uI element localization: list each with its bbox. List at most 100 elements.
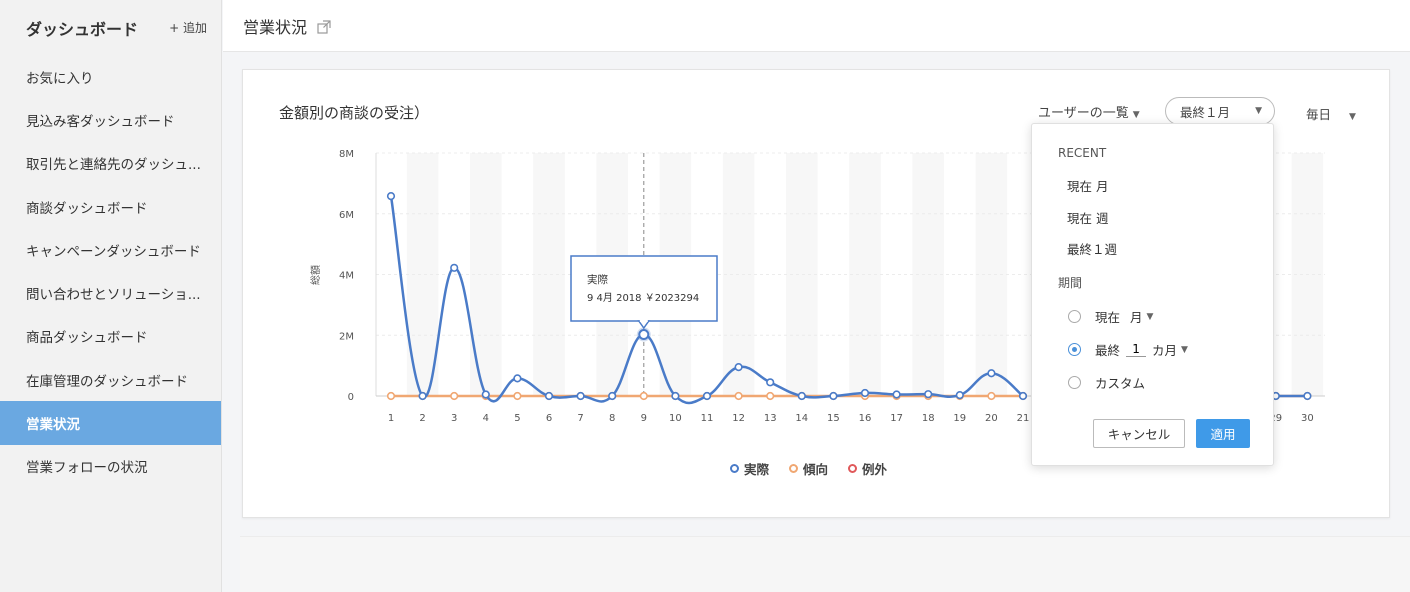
x-tick-label: 9 <box>641 413 647 424</box>
sidebar-item[interactable]: 商談ダッシュボード <box>0 185 221 228</box>
last-count-input[interactable] <box>1126 342 1147 357</box>
actual-point <box>797 391 806 401</box>
x-tick-label: 11 <box>701 413 714 424</box>
trend-point <box>513 391 522 401</box>
sidebar-header: ダッシュボード + 追加 <box>0 0 221 55</box>
actual-point <box>608 391 617 401</box>
trend-point <box>766 391 775 401</box>
sidebar-list: お気に入り 見込み客ダッシュボード 取引先と連絡先のダッシュ... 商談ダッシュボード… <box>0 55 221 488</box>
actual-point <box>481 390 490 399</box>
next-card-area <box>240 536 1410 592</box>
actual-point <box>829 391 838 401</box>
recent-header: RECENT <box>1058 146 1107 160</box>
x-tick-label: 18 <box>922 413 935 424</box>
actual-point <box>860 388 870 398</box>
radio-last-circle[interactable] <box>1068 343 1081 356</box>
x-tick-label: 2 <box>419 413 425 424</box>
x-tick-label: 7 <box>577 413 583 424</box>
legend-marker <box>848 464 858 473</box>
recent-option-current-week[interactable]: 現在 週 <box>1067 208 1108 227</box>
y-tick-label: 4M <box>339 271 354 282</box>
x-tick-label: 8 <box>609 413 615 424</box>
sidebar-title: ダッシュボード <box>26 19 139 39</box>
cancel-button[interactable]: キャンセル <box>1093 419 1185 448</box>
x-tick-label: 19 <box>953 413 966 424</box>
actual-point <box>576 391 585 401</box>
actual-point <box>671 391 680 401</box>
actual-point <box>386 192 396 201</box>
sidebar-item[interactable]: 営業状況 <box>0 401 221 445</box>
recent-option-last-week[interactable]: 最終１週 <box>1067 239 1117 258</box>
sidebar-item[interactable]: 営業フォローの状況 <box>0 445 221 488</box>
sidebar-item[interactable]: 在庫管理のダッシュボード <box>0 358 221 401</box>
actual-point <box>418 391 427 401</box>
sidebar-item[interactable]: 問い合わせとソリューショ... <box>0 271 221 314</box>
radio-custom[interactable]: カスタム <box>1068 373 1145 392</box>
chart-legend: 実際 傾向 例外 <box>730 459 887 478</box>
caret-down-icon[interactable]: ▼ <box>1147 312 1154 322</box>
y-tick-label: 6M <box>339 210 354 221</box>
legend-item[interactable]: 例外 <box>848 459 887 478</box>
trend-point <box>734 391 743 401</box>
x-tick-label: 21 <box>1017 413 1030 424</box>
y-tick-label: 8M <box>339 149 354 160</box>
external-link-icon[interactable] <box>317 19 331 34</box>
radio-last[interactable]: 最終 カ月 ▼ <box>1068 340 1188 359</box>
x-tick-label: 14 <box>795 413 808 424</box>
sidebar-item[interactable]: キャンペーンダッシュボード <box>0 228 221 271</box>
actual-point <box>955 390 964 400</box>
actual-point <box>702 391 712 401</box>
y-tick-label: 2M <box>339 331 354 342</box>
y-tick-label: 0 <box>348 392 354 403</box>
actual-point <box>513 374 522 383</box>
tooltip-arrow <box>637 320 651 330</box>
highlight-point <box>638 329 650 341</box>
trend-point <box>639 391 648 401</box>
legend-marker <box>730 464 739 473</box>
radio-custom-label: カスタム <box>1095 376 1146 391</box>
sidebar-item[interactable]: お気に入り <box>0 55 221 98</box>
actual-point <box>1018 391 1028 401</box>
legend-item[interactable]: 実際 <box>730 459 769 478</box>
tooltip-box <box>570 255 718 322</box>
radio-current-unit[interactable]: 月 <box>1130 307 1143 326</box>
radio-custom-circle[interactable] <box>1068 376 1081 389</box>
page-header: 営業状況 <box>223 0 1410 52</box>
actual-point <box>766 378 775 387</box>
tooltip-series: 実際 <box>587 273 608 286</box>
caret-down-icon[interactable]: ▼ <box>1181 345 1188 355</box>
legend-marker <box>789 464 799 473</box>
x-tick-label: 16 <box>859 413 872 424</box>
x-tick-label: 17 <box>890 413 903 424</box>
x-tick-label: 1 <box>388 413 394 424</box>
add-dashboard-button[interactable]: + 追加 <box>169 19 207 36</box>
x-tick-label: 10 <box>669 413 682 424</box>
radio-current-circle[interactable] <box>1068 310 1081 323</box>
x-tick-label: 4 <box>483 413 489 424</box>
legend-item[interactable]: 傾向 <box>789 459 828 478</box>
recent-option-current-month[interactable]: 現在 月 <box>1067 176 1108 195</box>
period-popup: RECENT 現在 月 現在 週 最終１週 期間 現在 月 ▼ 最終 カ月 ▼ … <box>1031 123 1274 466</box>
x-tick-label: 5 <box>514 413 520 424</box>
radio-last-unit[interactable]: カ月 <box>1152 340 1177 359</box>
legend-label: 実際 <box>744 462 770 477</box>
sidebar-item[interactable]: 取引先と連絡先のダッシュ... <box>0 142 221 185</box>
trend-point <box>987 391 996 401</box>
radio-current[interactable]: 現在 月 ▼ <box>1068 307 1153 326</box>
apply-button[interactable]: 適用 <box>1196 419 1250 448</box>
sidebar-item[interactable]: 見込み客ダッシュボード <box>0 98 221 141</box>
x-tick-label: 6 <box>546 413 552 424</box>
x-tick-label: 20 <box>985 413 998 424</box>
trend-point <box>386 391 396 401</box>
actual-point <box>544 391 554 401</box>
sidebar-item[interactable]: 商品ダッシュボード <box>0 315 221 358</box>
y-axis-label: 総額 <box>309 265 322 285</box>
radio-last-label: 最終 <box>1095 343 1121 358</box>
tooltip-value: 9 4月 2018 ￥2023294 <box>587 292 699 304</box>
radio-current-label: 現在 <box>1095 310 1121 325</box>
legend-label: 例外 <box>862 462 888 477</box>
actual-point <box>987 369 996 378</box>
sidebar: ダッシュボード + 追加 お気に入り 見込み客ダッシュボード 取引先と連絡先のダッシ… <box>0 0 222 592</box>
x-tick-label: 13 <box>764 413 777 424</box>
trend-point <box>450 391 459 401</box>
